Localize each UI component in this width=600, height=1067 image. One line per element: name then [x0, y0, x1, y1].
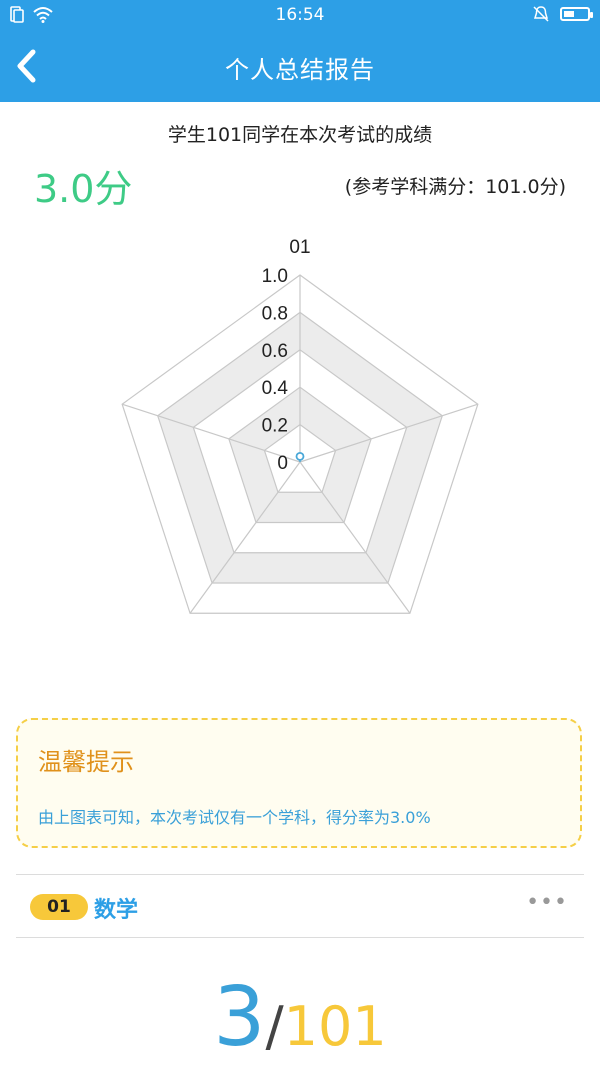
status-time: 16:54: [275, 5, 325, 25]
radar-tick-label: 0: [277, 453, 288, 474]
radar-chart: 0 0.2 0.4 0.6 0.8 1.0 01: [0, 225, 600, 665]
radar-tick-label: 0.6: [262, 341, 288, 362]
full-score-note: (参考学科满分：101.0分): [344, 176, 566, 198]
page-title: 个人总结报告: [225, 56, 375, 84]
tip-box: 温馨提示 由上图表可知，本次考试仅有一个学科，得分率为3.0%: [16, 718, 582, 848]
nav-bar: 个人总结报告: [0, 30, 600, 102]
radar-tick-label: 0.2: [262, 416, 288, 437]
subject-score: 3: [213, 970, 266, 1065]
radar-tick-label: 0.4: [262, 378, 289, 399]
status-bar: 16:54: [0, 0, 600, 30]
radar-tick-label: 0.8: [262, 303, 288, 324]
radar-data-point: [295, 451, 305, 461]
total-score: 3.0分: [34, 167, 133, 211]
status-icons-right: [532, 5, 593, 23]
divider: [16, 937, 584, 938]
subject-full-score: 101: [283, 995, 387, 1058]
subject-index-badge: 01: [30, 894, 88, 920]
subject-name: 数学: [94, 898, 139, 923]
radar-axis-label: 01: [289, 237, 310, 258]
silent-bell-icon: [533, 6, 549, 22]
radar-tick-label: 1.0: [262, 266, 288, 287]
tip-text: 由上图表可知，本次考试仅有一个学科，得分率为3.0%: [38, 808, 431, 827]
radar-chart-svg: 0 0.2 0.4 0.6 0.8 1.001: [121, 237, 479, 614]
report-subtitle: 学生101同学在本次考试的成绩: [167, 124, 433, 146]
subject-score-display: 3/101: [0, 970, 600, 1065]
battery-icon: [560, 7, 593, 21]
more-icon[interactable]: •••: [526, 890, 568, 915]
score-separator: /: [265, 995, 284, 1058]
subject-row[interactable]: 01 数学 •••: [16, 876, 584, 936]
battery-level: [564, 11, 574, 17]
tip-title: 温馨提示: [38, 748, 134, 776]
divider: [16, 874, 584, 875]
